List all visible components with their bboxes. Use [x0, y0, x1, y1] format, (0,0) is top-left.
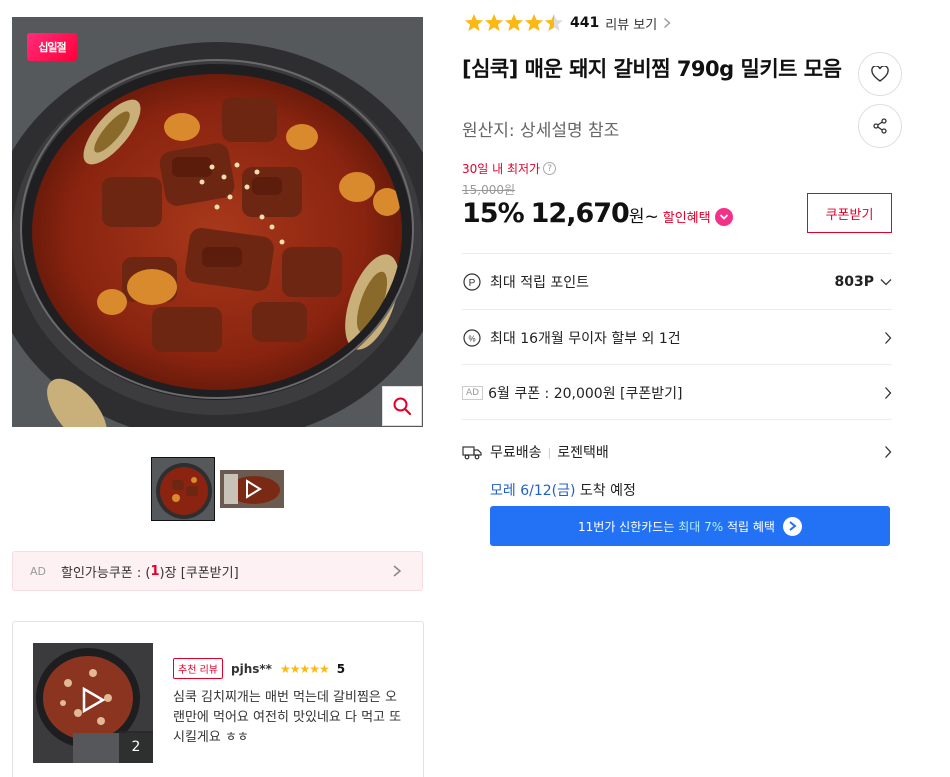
chevron-right-icon: [885, 446, 892, 458]
review-stars: ★★★★★: [279, 661, 330, 676]
review-text: 심쿡 김치찌개는 매번 먹는데 갈비찜은 오랜만에 먹어요 여전히 맛있네요 다…: [173, 690, 402, 745]
media-count: 2: [119, 731, 153, 763]
discount-benefit-link[interactable]: 할인혜택: [663, 207, 733, 226]
search-icon: [393, 397, 412, 416]
point-icon: P: [462, 272, 482, 292]
ad-label: AD: [30, 564, 46, 578]
help-icon[interactable]: ?: [543, 162, 557, 175]
zoom-button[interactable]: [382, 386, 422, 426]
heart-icon: [871, 66, 889, 82]
price-row: 15% 12,670 원~ 할인혜택: [462, 198, 733, 229]
shipping-carrier: 로젠택배: [557, 445, 609, 461]
card-benefit-banner[interactable]: 11번가 신한카드는 최대 7% 적립 혜택: [490, 506, 890, 546]
thumbnail-list: [151, 457, 284, 521]
card-banner-highlight: 최대 7%: [678, 519, 724, 534]
chevron-right-icon: [393, 565, 402, 577]
arrival-suffix: 도착 예정: [579, 483, 636, 499]
rating-row[interactable]: 441 리뷰 보기: [464, 13, 671, 33]
svg-text:P: P: [469, 278, 476, 289]
price-unit: 원~: [628, 207, 659, 227]
arrival-date: 모레 6/12(금): [490, 483, 576, 499]
lowest-price-text: 30일 내 최저가: [462, 162, 541, 176]
get-coupon-button[interactable]: 쿠폰받기: [807, 193, 892, 233]
coupon-text-before: 할인가능쿠폰 : (: [61, 565, 151, 581]
review-count: 441: [570, 15, 600, 31]
thumbnail-video[interactable]: [220, 470, 284, 508]
points-value: 803P: [834, 274, 874, 290]
share-button[interactable]: [858, 104, 902, 148]
review-header: 추천 리뷰 pjhs** ★★★★★ 5: [173, 658, 345, 679]
arrow-right-icon: [782, 516, 802, 536]
braised-ribs-photo: [12, 17, 423, 427]
chevron-right-icon: [885, 332, 892, 344]
review-link[interactable]: 리뷰 보기: [605, 14, 657, 33]
card-banner-before: 11번가 신한카드는: [578, 519, 675, 534]
coupon-text: 6월 쿠폰 : 20,000원 [쿠폰받기]: [488, 386, 683, 402]
wishlist-button[interactable]: [858, 52, 902, 96]
discount-rate: 15%: [462, 198, 525, 229]
event-badge: 십일절: [27, 33, 77, 61]
ad-coupon-bar[interactable]: AD 할인가능쿠폰 : (1)장 [쿠폰받기]: [12, 551, 423, 591]
coupon-text-after: )장 [쿠폰받기]: [159, 565, 239, 581]
product-main-image[interactable]: 십일절: [12, 17, 423, 427]
svg-text:%: %: [468, 335, 475, 344]
truck-icon: [462, 442, 482, 462]
review-card[interactable]: 2 추천 리뷰 pjhs** ★★★★★ 5 심쿡 김치찌개는 매번 먹는데 갈…: [12, 621, 424, 777]
arrival-info: 모레 6/12(금) 도착 예정: [490, 480, 892, 500]
product-title: [심쿡] 매운 돼지 갈비찜 790g 밀키트 모음: [462, 57, 842, 81]
lowest-price-label: 30일 내 최저가 ?: [462, 160, 557, 177]
installment-text: 최대 16개월 무이자 할부 외 1건: [490, 331, 681, 347]
card-banner-after: 적립 혜택: [726, 519, 775, 534]
play-icon: [220, 470, 284, 508]
sale-price: 12,670: [530, 198, 630, 229]
coupon-row[interactable]: AD 6월 쿠폰 : 20,000원 [쿠폰받기]: [462, 364, 892, 421]
thumbnail-photo: [152, 458, 214, 520]
review-score: 5: [336, 661, 346, 676]
percent-icon: %: [462, 328, 482, 348]
original-price: 15,000원: [462, 183, 516, 197]
chevron-down-icon: [714, 207, 733, 226]
recommended-review-badge: 추천 리뷰: [173, 658, 223, 679]
coupon-quantity: 1: [150, 563, 160, 579]
shipping-row[interactable]: 무료배송 | 로젠택배 모레 6/12(금) 도착 예정: [462, 419, 892, 499]
points-label: 최대 적립 포인트: [490, 275, 590, 291]
card-banner-text: 11번가 신한카드는 최대 7% 적립 혜택: [578, 518, 775, 535]
chevron-down-icon: [880, 279, 892, 286]
play-icon: [82, 687, 105, 713]
installment-row[interactable]: % 최대 16개월 무이자 할부 외 1건: [462, 309, 892, 366]
points-row[interactable]: P 최대 적립 포인트 803P: [462, 253, 892, 310]
thumbnail-image[interactable]: [151, 457, 215, 521]
review-video-thumbnail[interactable]: 2: [33, 643, 153, 763]
chevron-right-icon: [664, 17, 671, 29]
share-icon: [873, 118, 887, 134]
origin-info: 원산지: 상세설명 참조: [462, 121, 620, 141]
reviewer-id: pjhs**: [230, 661, 272, 676]
shipping-free: 무료배송: [490, 445, 542, 461]
ad-label: AD: [462, 386, 484, 400]
chevron-right-icon: [885, 387, 892, 399]
discount-benefit-label: 할인혜택: [662, 211, 711, 226]
rating-stars-icon: [465, 14, 563, 31]
